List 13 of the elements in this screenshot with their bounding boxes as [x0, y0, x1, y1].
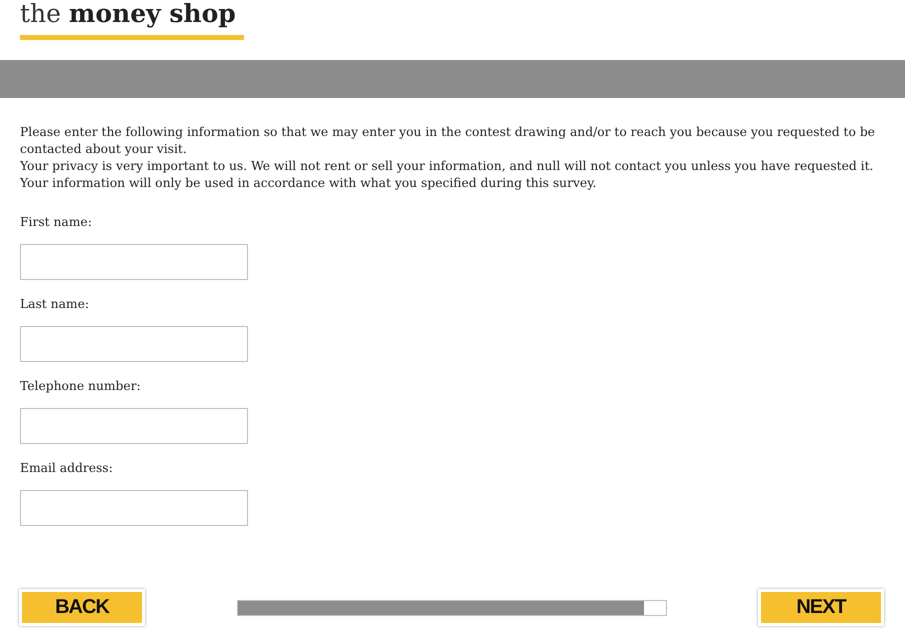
field-label: First name:: [20, 214, 92, 230]
field-label: Email address:: [20, 460, 113, 476]
logo: the money shop: [20, 0, 244, 40]
input-field[interactable]: [20, 326, 248, 362]
field-label: Telephone number:: [20, 378, 141, 394]
intro-text: Your privacy is very important to us. We will not rent or sell your information, and null will not contact you unless you have requested it. Your information will only be used in accordance with what you specified during this survey.: [20, 158, 874, 192]
input-field[interactable]: [20, 408, 248, 444]
input-field[interactable]: [20, 490, 248, 526]
back-button[interactable]: BACK: [22, 592, 142, 623]
intro-text: Please enter the following information so that we may enter you in the contest drawing and/or to reach you because you requested to be contacted about your visit.: [20, 124, 876, 158]
input-field[interactable]: [20, 244, 248, 280]
next-button[interactable]: NEXT: [761, 592, 881, 623]
field-label: Last name:: [20, 296, 89, 312]
